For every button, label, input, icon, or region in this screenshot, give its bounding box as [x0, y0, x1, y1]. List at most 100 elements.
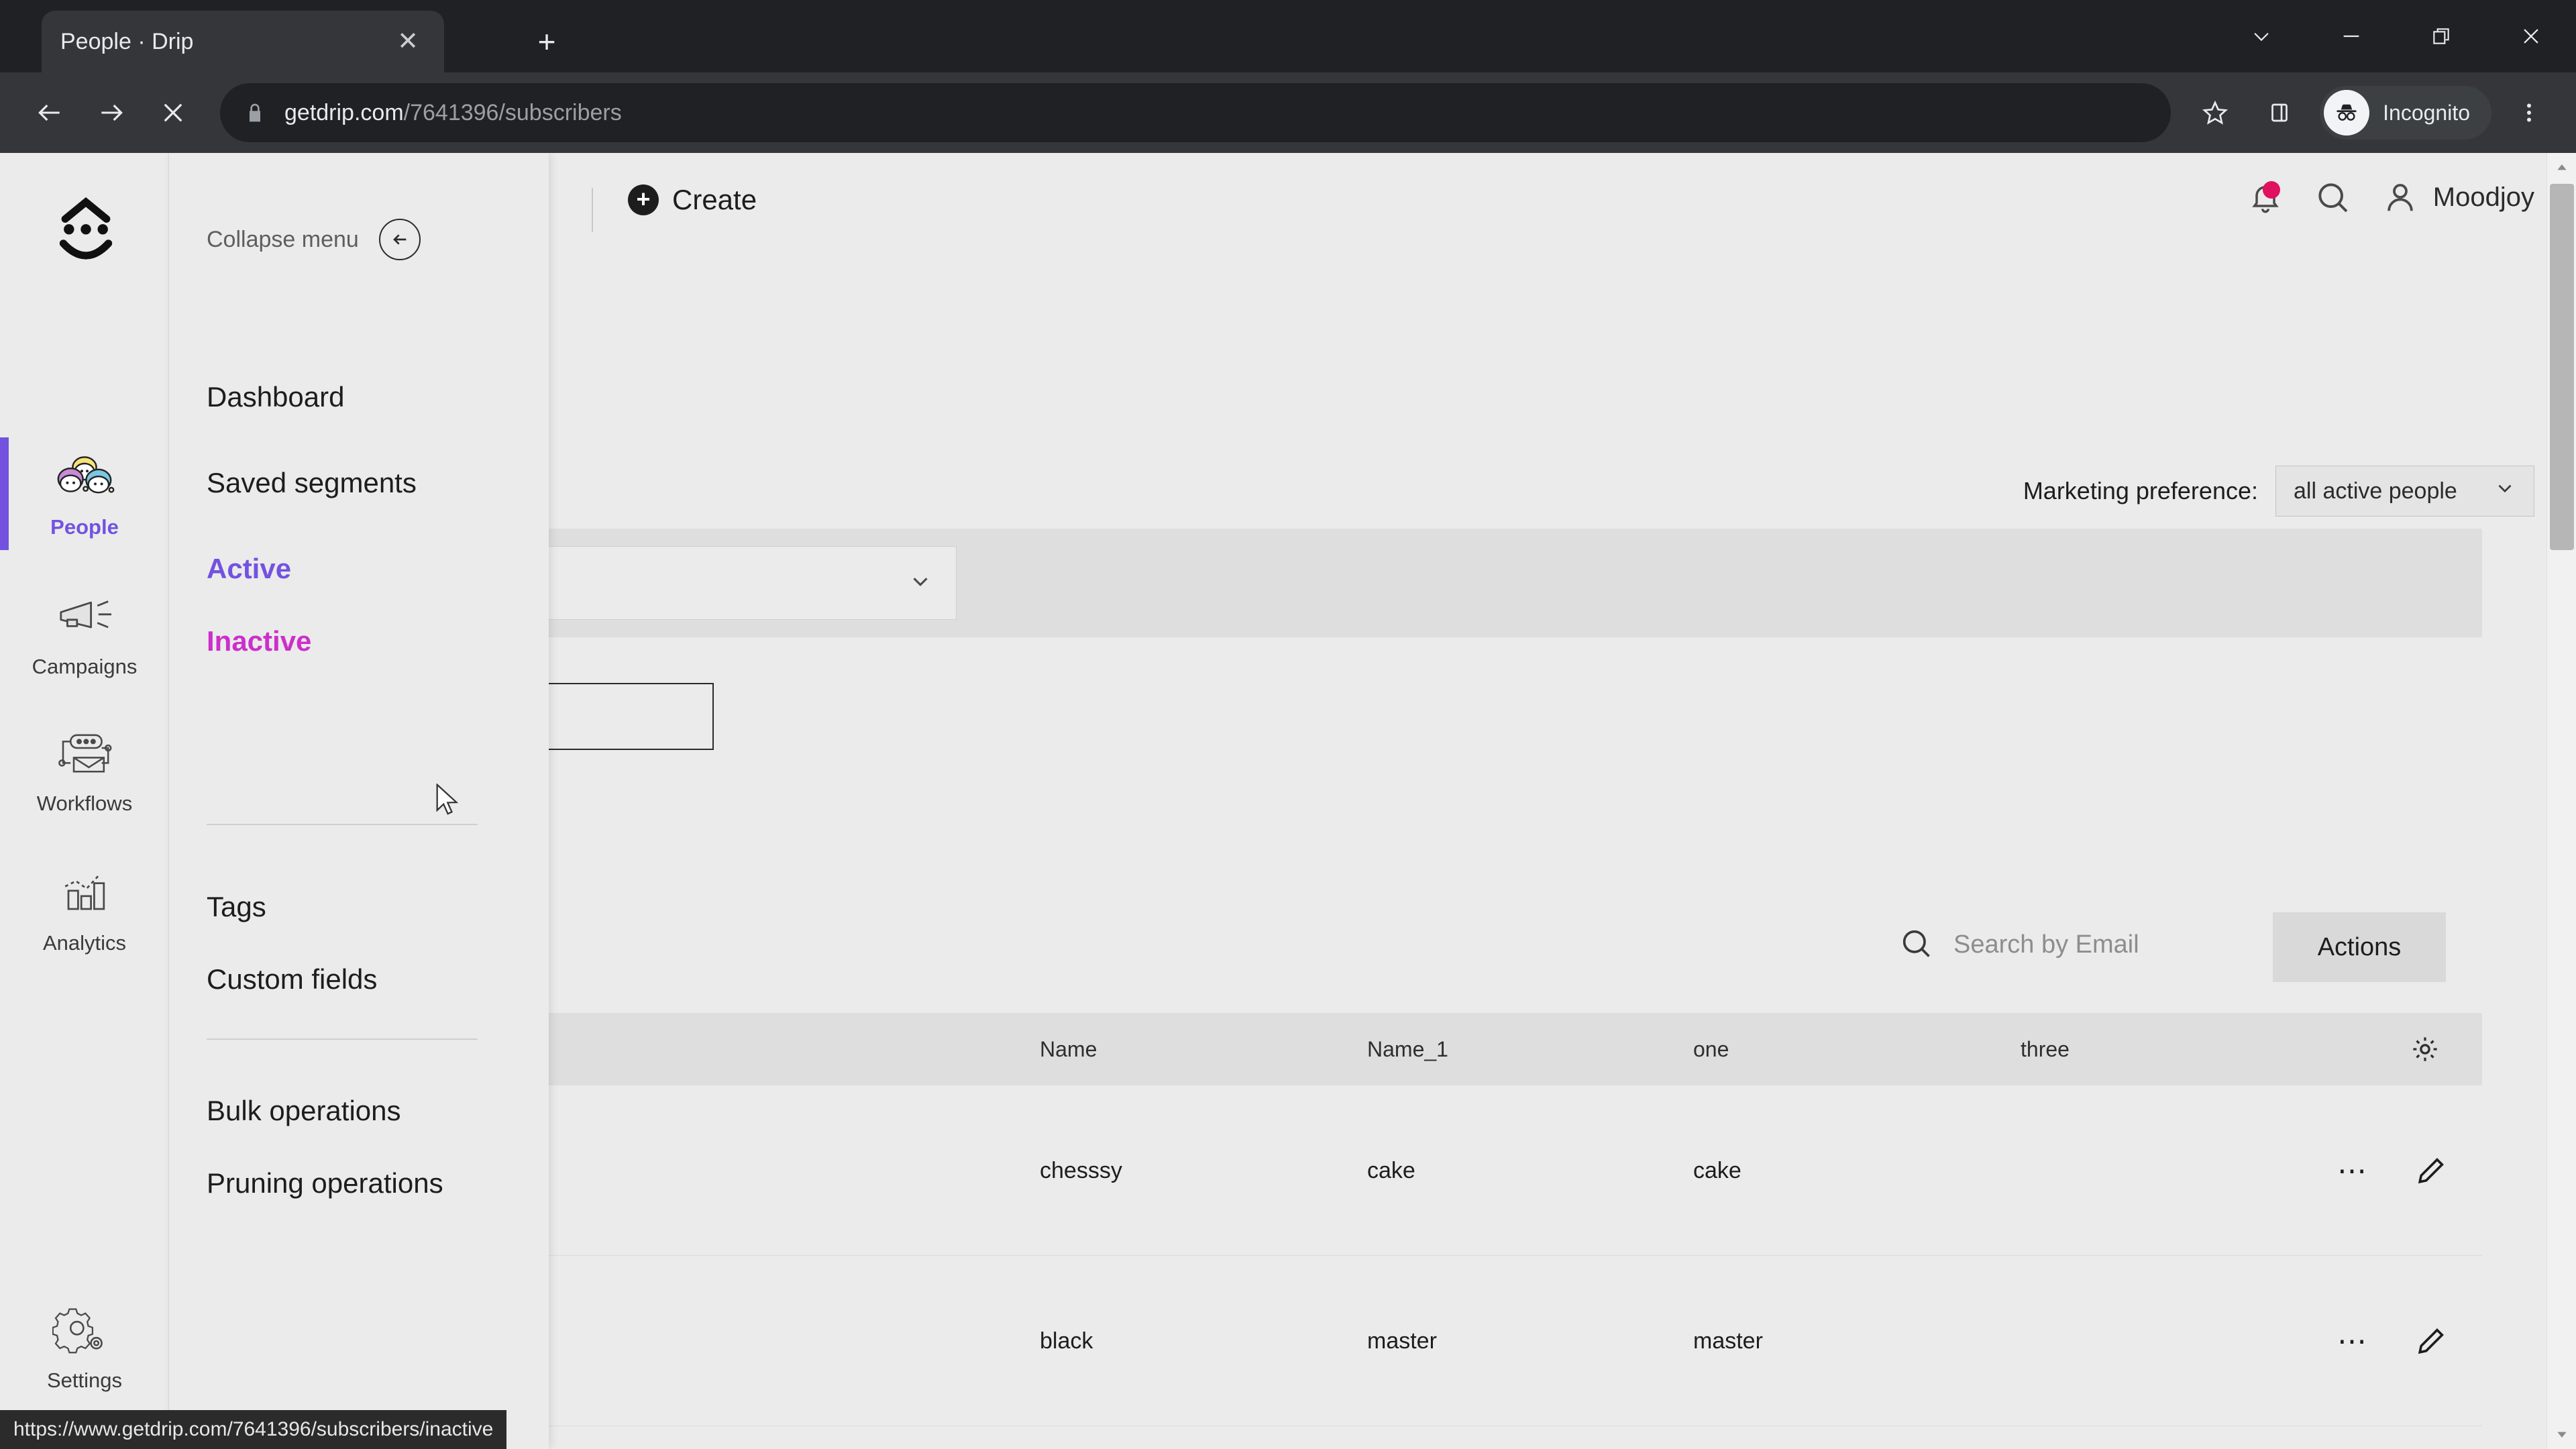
marketing-preference-select[interactable]: all active people: [2275, 466, 2534, 517]
gear-icon[interactable]: [2410, 1013, 2440, 1085]
cell-name: heis: [1040, 1426, 1081, 1449]
tab-strip: People · Drip ✕ +: [0, 0, 2576, 72]
create-button-label: Create: [672, 184, 757, 215]
pencil-icon[interactable]: [2415, 1256, 2447, 1426]
tab-title: People · Drip: [60, 28, 194, 54]
user-avatar-icon: [2382, 179, 2418, 215]
three-dot-menu-icon[interactable]: [2501, 85, 2557, 141]
user-menu[interactable]: Moodjoy: [2382, 179, 2534, 215]
menu-item-custom-fields[interactable]: Custom fields: [207, 963, 377, 996]
sidebar-item-analytics[interactable]: Analytics: [0, 864, 169, 955]
more-dots-icon[interactable]: ⋯: [2337, 1085, 2369, 1256]
chevron-down-icon: [2493, 477, 2516, 506]
sidebar-item-workflows[interactable]: Workflows: [0, 724, 169, 816]
status-bar-link: https://www.getdrip.com/7641396/subscrib…: [0, 1410, 507, 1449]
cell-name: chesssy: [1040, 1157, 1122, 1183]
megaphone-icon: [0, 588, 169, 645]
marketing-preference-row: Marketing preference: all active people: [2023, 466, 2534, 517]
column-header-name[interactable]: Name: [1040, 1013, 1097, 1085]
cell-name: black: [1040, 1328, 1093, 1354]
scroll-down-arrow-icon[interactable]: [2547, 1419, 2576, 1449]
sidebar-item-label: Settings: [46, 1368, 122, 1392]
cell-name-1: cake: [1367, 1157, 1415, 1183]
marketing-preference-label: Marketing preference:: [2023, 477, 2258, 504]
sidebar-item-people[interactable]: People: [0, 437, 169, 550]
profile-chip[interactable]: Incognito: [2320, 86, 2491, 140]
cell-name-1: white: [1367, 1426, 1420, 1449]
incognito-icon: [2324, 90, 2370, 136]
collapse-menu-button[interactable]: Collapse menu: [207, 219, 421, 260]
cell-one: cake: [1693, 1157, 1741, 1183]
cell-one: master: [1693, 1328, 1763, 1354]
close-icon[interactable]: [2486, 0, 2576, 72]
minimize-icon[interactable]: [2306, 0, 2396, 72]
chevron-down-icon[interactable]: [2216, 0, 2306, 72]
restore-icon[interactable]: [2396, 0, 2486, 72]
menu-divider: [207, 1038, 478, 1040]
menu-item-saved-segments[interactable]: Saved segments: [207, 467, 417, 499]
browser-chrome: People · Drip ✕ + getdrip.com/7641396/su…: [0, 0, 2576, 153]
chevron-down-icon: [908, 569, 933, 598]
scroll-up-arrow-icon[interactable]: [2547, 153, 2576, 182]
cell-one: white: [1693, 1426, 1746, 1449]
bookmark-star-icon[interactable]: [2187, 85, 2243, 141]
pencil-icon[interactable]: [2415, 1085, 2447, 1256]
actions-button[interactable]: Actions: [2273, 912, 2446, 982]
more-dots-icon[interactable]: ⋯: [2337, 1256, 2369, 1426]
menu-item-bulk-operations[interactable]: Bulk operations: [207, 1095, 401, 1127]
sidebar-item-label: People: [50, 515, 119, 539]
arrow-left-circle-icon: [378, 219, 421, 260]
gear-icon: [0, 1301, 169, 1359]
sidebar-item-campaigns[interactable]: Campaigns: [0, 588, 169, 679]
app-sidebar: People Campaigns Workflows Analytics Set…: [0, 153, 169, 1449]
search-email-placeholder: Search by Email: [1953, 930, 2139, 959]
scrollbar-thumb[interactable]: [2550, 184, 2574, 550]
stop-loading-icon[interactable]: [142, 82, 204, 144]
bell-icon[interactable]: [2248, 180, 2283, 215]
people-icon: [0, 448, 169, 506]
column-header-name-1[interactable]: Name_1: [1367, 1013, 1448, 1085]
mouse-cursor-icon: [435, 783, 463, 822]
header-actions: Moodjoy: [2248, 178, 2534, 216]
header-divider: [592, 188, 593, 232]
cell-name-1: master: [1367, 1328, 1437, 1354]
sidebar-item-label: Workflows: [36, 792, 133, 815]
search-icon[interactable]: [2314, 178, 2351, 216]
address-bar[interactable]: getdrip.com/7641396/subscribers: [220, 83, 2171, 142]
profile-label: Incognito: [2383, 100, 2470, 125]
bar-chart-icon: [0, 864, 169, 922]
create-button[interactable]: + Create: [628, 184, 757, 216]
browser-tab[interactable]: People · Drip ✕: [42, 11, 444, 72]
back-arrow-icon[interactable]: [19, 82, 80, 144]
search-email-field[interactable]: Search by Email: [1898, 926, 2139, 964]
menu-item-active[interactable]: Active: [207, 553, 291, 585]
menu-item-inactive[interactable]: Inactive: [207, 625, 311, 657]
window-controls: [2216, 0, 2576, 72]
sidebar-item-label: Campaigns: [32, 655, 138, 678]
user-name: Moodjoy: [2432, 182, 2534, 212]
lock-icon: [244, 102, 266, 123]
url-domain: getdrip.com: [284, 99, 404, 125]
drip-logo-icon[interactable]: [39, 185, 133, 279]
sidebar-item-settings[interactable]: Settings: [0, 1301, 169, 1393]
side-panel-icon[interactable]: [2251, 85, 2308, 141]
column-header-one[interactable]: one: [1693, 1013, 1729, 1085]
menu-item-pruning-operations[interactable]: Pruning operations: [207, 1167, 443, 1199]
menu-item-dashboard[interactable]: Dashboard: [207, 381, 344, 413]
url-text: getdrip.com/7641396/subscribers: [284, 100, 2147, 126]
forward-arrow-icon[interactable]: [80, 82, 142, 144]
browser-toolbar: getdrip.com/7641396/subscribers Incognit…: [0, 72, 2576, 153]
column-header-three[interactable]: three: [2021, 1013, 2070, 1085]
new-tab-button[interactable]: +: [523, 19, 570, 66]
page-scrollbar[interactable]: [2546, 153, 2576, 1449]
sidebar-item-label: Analytics: [42, 931, 127, 955]
status-bar-url: https://www.getdrip.com/7641396/subscrib…: [13, 1418, 494, 1440]
close-icon[interactable]: ✕: [390, 29, 425, 54]
menu-item-tags[interactable]: Tags: [207, 891, 266, 923]
workflow-icon: [0, 724, 169, 782]
menu-divider: [207, 824, 478, 825]
plus-circle-icon: +: [628, 184, 659, 215]
page-viewport: People Campaigns Workflows Analytics Set…: [0, 153, 2576, 1449]
people-flyout-menu: Collapse menu Dashboard Saved segments A…: [169, 153, 549, 1449]
notification-badge: [2262, 181, 2280, 199]
